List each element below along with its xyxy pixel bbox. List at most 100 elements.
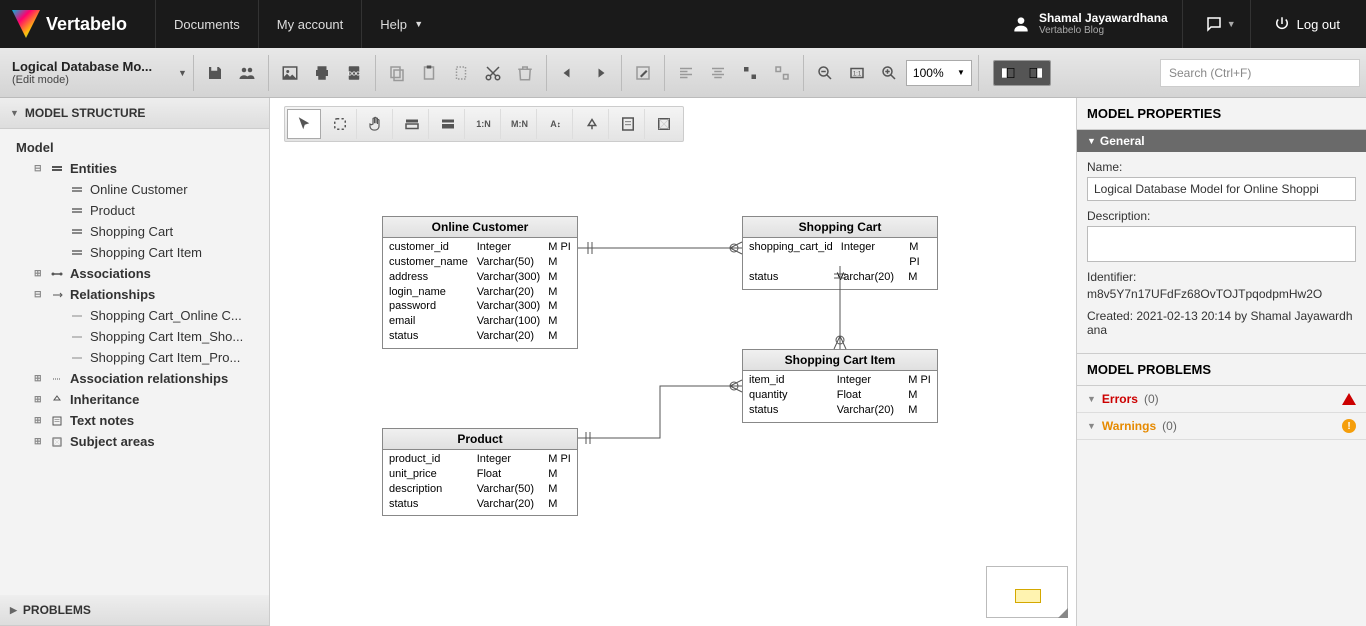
tree-entities[interactable]: ⊟Entities <box>6 158 263 179</box>
tree-rel-cart-customer[interactable]: Shopping Cart_Online C... <box>6 305 263 326</box>
right-panel-toggle[interactable] <box>1022 61 1050 85</box>
paste-button[interactable] <box>414 58 444 88</box>
user-icon <box>1011 14 1031 34</box>
separator <box>978 55 979 91</box>
model-title: Logical Database Mo... <box>12 59 170 74</box>
nav-documents[interactable]: Documents <box>155 0 258 48</box>
minimap[interactable] <box>986 566 1068 618</box>
delete-button[interactable] <box>510 58 540 88</box>
search-input[interactable]: Search (Ctrl+F) <box>1160 59 1360 87</box>
problems-title: PROBLEMS <box>23 603 91 617</box>
edit-button[interactable] <box>628 58 658 88</box>
print-button[interactable] <box>307 58 337 88</box>
one-n-tool[interactable]: 1:N <box>467 109 501 139</box>
errors-count: (0) <box>1144 392 1159 406</box>
inherit-tool[interactable] <box>575 109 609 139</box>
pan-tool[interactable] <box>359 109 393 139</box>
share-button[interactable] <box>232 58 262 88</box>
redo-button[interactable] <box>585 58 615 88</box>
col-name: status <box>749 270 829 285</box>
tree-rel-item-cart[interactable]: Shopping Cart Item_Sho... <box>6 326 263 347</box>
save-button[interactable] <box>200 58 230 88</box>
marquee-tool[interactable] <box>323 109 357 139</box>
logout-button[interactable]: Log out <box>1259 0 1354 48</box>
align-left-button[interactable] <box>671 58 701 88</box>
problems-panel-header[interactable]: ▶PROBLEMS <box>0 595 269 626</box>
ungroup-button[interactable] <box>767 58 797 88</box>
tree-associations[interactable]: ⊞Associations <box>6 263 263 284</box>
doc-export-button[interactable]: DOC <box>339 58 369 88</box>
left-panel-toggle[interactable] <box>994 61 1022 85</box>
zoom-fit-button[interactable]: 1:1 <box>842 58 872 88</box>
entity-column-row: customer_nameVarchar(50)M <box>389 255 571 270</box>
col-name: unit_price <box>389 467 469 482</box>
nav-help[interactable]: Help ▼ <box>361 0 441 48</box>
tree-entity-product[interactable]: Product <box>6 200 263 221</box>
zoom-out-button[interactable] <box>810 58 840 88</box>
col-type: Integer <box>477 452 540 467</box>
nav-my-account[interactable]: My account <box>258 0 361 48</box>
m-n-tool[interactable]: M:N <box>503 109 537 139</box>
separator <box>664 55 665 91</box>
user-block[interactable]: Shamal Jayawardhana Vertabelo Blog <box>997 0 1183 48</box>
warnings-row[interactable]: ▼ Warnings (0) ! <box>1077 413 1366 440</box>
paste-special-button[interactable] <box>446 58 476 88</box>
image-export-button[interactable] <box>275 58 305 88</box>
copy-button[interactable] <box>382 58 412 88</box>
align-center-button[interactable] <box>703 58 733 88</box>
select-tool[interactable] <box>287 109 321 139</box>
entity-product[interactable]: Product product_idIntegerM PIunit_priceF… <box>382 428 578 516</box>
note-tool[interactable] <box>611 109 645 139</box>
entity-column-row: item_idIntegerM PI <box>749 373 931 388</box>
tree-relationships[interactable]: ⊟Relationships <box>6 284 263 305</box>
minimap-resize-icon[interactable] <box>1058 608 1068 618</box>
tree-association-relationships[interactable]: ⊞Association relationships <box>6 368 263 389</box>
canvas[interactable]: 1:N M:N A↕ Online Customer customer_idIn… <box>270 98 1076 626</box>
marquee-icon <box>331 115 349 133</box>
general-section-header[interactable]: ▼General <box>1077 130 1366 152</box>
logo[interactable]: Vertabelo <box>12 10 127 38</box>
col-name: email <box>389 314 469 329</box>
name-input[interactable]: Logical Database Model for Online Shoppi <box>1087 177 1356 201</box>
right-sidebar: MODEL PROPERTIES ▼General Name: Logical … <box>1076 98 1366 626</box>
tree-entity-online-customer[interactable]: Online Customer <box>6 179 263 200</box>
zoom-select[interactable]: 100%▼ <box>906 60 972 86</box>
tree-subject-areas[interactable]: ⊞Subject areas <box>6 431 263 452</box>
undo-button[interactable] <box>553 58 583 88</box>
tree-root-model[interactable]: Model <box>6 137 263 158</box>
chat-icon <box>1205 15 1223 33</box>
entity-shopping-cart[interactable]: Shopping Cart shopping_cart_idIntegerM P… <box>742 216 938 290</box>
entity-shopping-cart-item[interactable]: Shopping Cart Item item_idIntegerM PIqua… <box>742 349 938 423</box>
entity-online-customer[interactable]: Online Customer customer_idIntegerM PIcu… <box>382 216 578 349</box>
entity-icon <box>70 205 84 217</box>
area-tool[interactable] <box>647 109 681 139</box>
col-flags: M <box>548 467 571 482</box>
tree-text-notes[interactable]: ⊞Text notes <box>6 410 263 431</box>
tree-rel-item-product[interactable]: Shopping Cart Item_Pro... <box>6 347 263 368</box>
tree-entity-shopping-cart[interactable]: Shopping Cart <box>6 221 263 242</box>
col-flags: M <box>908 403 931 418</box>
col-type: Varchar(50) <box>477 482 540 497</box>
entity-tool[interactable] <box>395 109 429 139</box>
minimap-viewport <box>1015 589 1041 603</box>
tree-inheritance[interactable]: ⊞Inheritance <box>6 389 263 410</box>
expand-icon: ⊞ <box>34 268 44 279</box>
description-input[interactable] <box>1087 226 1356 262</box>
separator <box>268 55 269 91</box>
align-center-icon <box>709 64 727 82</box>
model-structure-header[interactable]: ▼MODEL STRUCTURE <box>0 98 269 129</box>
model-tree: Model ⊟Entities Online Customer Product … <box>0 129 269 595</box>
chat-button[interactable]: ▼ <box>1191 0 1251 48</box>
zoom-in-button[interactable] <box>874 58 904 88</box>
association-tool[interactable] <box>431 109 465 139</box>
col-name: shopping_cart_id <box>749 240 833 270</box>
distribute-button[interactable] <box>735 58 765 88</box>
errors-row[interactable]: ▼ Errors (0) <box>1077 386 1366 413</box>
label-tool[interactable]: A↕ <box>539 109 573 139</box>
model-title-dropdown[interactable]: Logical Database Mo... (Edit mode) <box>6 55 176 90</box>
col-name: login_name <box>389 285 469 300</box>
cut-button[interactable] <box>478 58 508 88</box>
tree-entity-shopping-cart-item[interactable]: Shopping Cart Item <box>6 242 263 263</box>
users-icon <box>238 64 256 82</box>
entity-body: shopping_cart_idIntegerM PIstatusVarchar… <box>743 238 937 289</box>
